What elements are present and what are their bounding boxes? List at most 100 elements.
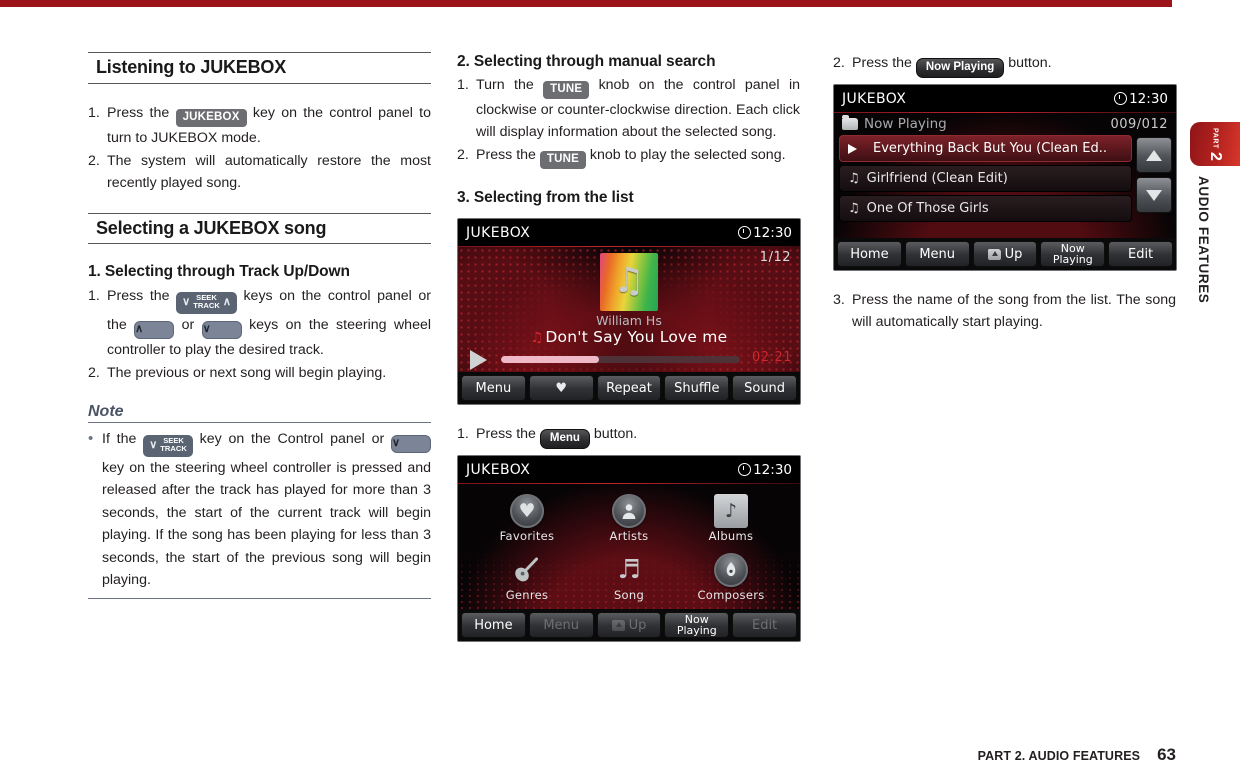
list-item: 3. Press the name of the song from the l… bbox=[833, 289, 1176, 333]
progress-fill bbox=[501, 356, 599, 364]
note-text-c: key on the steering wheel controller is … bbox=[102, 459, 431, 589]
steering-down-key-chip: ∨ bbox=[390, 434, 431, 453]
album-art: ♫ bbox=[600, 253, 658, 312]
caption-pre: Press the bbox=[852, 55, 916, 71]
progress-bar[interactable] bbox=[501, 356, 740, 364]
note-text-a: If the bbox=[102, 430, 144, 447]
steps-listening: 1. Press the JUKEBOX key on the control … bbox=[88, 102, 431, 194]
seek-track-key-chip: ∨ SEEK TRACK ∧ bbox=[176, 291, 237, 314]
subheading-select-from-list: 3. Selecting from the list bbox=[457, 189, 634, 207]
menu-tile-label: Favorites bbox=[499, 529, 555, 544]
softkey-label: Repeat bbox=[606, 380, 652, 396]
softkey-label: Home bbox=[474, 617, 513, 633]
clock-text: 12:30 bbox=[753, 461, 792, 478]
caption-post: button. bbox=[1004, 55, 1052, 71]
play-icon bbox=[848, 143, 866, 154]
softkey-shuffle[interactable]: Shuffle bbox=[664, 375, 730, 402]
note-heading-text: Note bbox=[88, 402, 124, 420]
list-counter: 009/012 bbox=[1110, 116, 1168, 132]
softkey-now-playing[interactable]: Now Playing bbox=[1040, 241, 1106, 267]
note-text-b: key on the Control panel or bbox=[192, 430, 391, 447]
column-middle: 2. Selecting through manual search 1. Tu… bbox=[457, 52, 801, 643]
screenshot-now-playing-list: JUKEBOX 12:30 Now Playing 009/012 Everyt… bbox=[833, 84, 1177, 271]
step-text: The previous or next song will begin pla… bbox=[107, 364, 387, 381]
menu-tile-label: Composers bbox=[697, 588, 765, 603]
list-item: 2. The previous or next song will begin … bbox=[88, 362, 431, 384]
folder-up-icon bbox=[611, 619, 625, 631]
person-icon bbox=[612, 494, 646, 529]
column-left: Listening to JUKEBOX 1. Press the JUKEBO… bbox=[88, 52, 431, 599]
step-marker: 2. bbox=[457, 147, 469, 164]
softkey-bar: Home Menu Up Now Playing Edit bbox=[834, 238, 1176, 270]
list-item: 1. Press the JUKEBOX key on the control … bbox=[88, 102, 431, 149]
softkey-up[interactable]: Up bbox=[596, 612, 662, 639]
softkey-up[interactable]: Up bbox=[972, 241, 1038, 267]
scroll-buttons bbox=[1136, 137, 1172, 236]
section-side-label: AUDIO FEATURES bbox=[1196, 176, 1211, 304]
music-note-icon: ♫ bbox=[848, 171, 860, 186]
scroll-up-button[interactable] bbox=[1136, 137, 1172, 173]
menu-tile-albums[interactable]: ♪ Albums bbox=[680, 489, 782, 548]
jukebox-key-chip: JUKEBOX bbox=[175, 108, 247, 127]
softkey-label-line2: Playing bbox=[676, 624, 717, 638]
softkey-label: Edit bbox=[751, 617, 778, 633]
menu-grid: ♥ Favorites Artists ♪ Albums Genres ♬ So… bbox=[458, 484, 800, 609]
softkey-home[interactable]: Home bbox=[461, 612, 526, 639]
softkey-label: Menu bbox=[919, 246, 956, 262]
step-text: Press the JUKEBOX key on the control pan… bbox=[107, 102, 431, 149]
softkey-label: Up bbox=[1004, 246, 1023, 262]
caption-press-now-playing: 2. Press the Now Playing button. bbox=[833, 52, 1176, 78]
caption-press-menu: 1. Press the Menu button. bbox=[457, 423, 800, 450]
screen-title: JUKEBOX bbox=[842, 90, 907, 107]
bullet-icon: • bbox=[88, 429, 94, 447]
softkey-menu[interactable]: Menu bbox=[528, 612, 594, 639]
menu-tile-favorites[interactable]: ♥ Favorites bbox=[476, 489, 578, 548]
softkey-now-playing[interactable]: Now Playing bbox=[664, 612, 730, 639]
menu-tile-label: Albums bbox=[708, 529, 754, 544]
menu-tile-artists[interactable]: Artists bbox=[578, 489, 680, 548]
softkey-edit[interactable]: Edit bbox=[732, 612, 797, 639]
list-item-selected[interactable]: Everything Back But You (Clean Ed.. bbox=[839, 135, 1132, 162]
steering-up-key-chip: ∧ bbox=[134, 320, 175, 339]
step-text: Press the ∨ SEEK TRACK ∧ keys on the contro… bbox=[107, 285, 431, 361]
list-item[interactable]: ♫ One Of Those Girls bbox=[839, 195, 1132, 222]
softkey-label: Sound bbox=[744, 380, 786, 396]
guitar-icon bbox=[510, 553, 544, 587]
screen-clock: 12:30 bbox=[738, 462, 792, 478]
clock-icon bbox=[738, 226, 752, 240]
caption-post: button. bbox=[589, 426, 638, 443]
step-marker: 1. bbox=[88, 287, 100, 304]
softkey-menu[interactable]: Menu bbox=[904, 241, 970, 267]
menu-tile-song[interactable]: ♬ Song bbox=[578, 548, 680, 607]
artist-name: William Hs bbox=[596, 313, 662, 329]
list-rows: Everything Back But You (Clean Ed.. ♫ Gir… bbox=[839, 135, 1132, 236]
step-marker: 2. bbox=[88, 152, 100, 169]
softkey-edit[interactable]: Edit bbox=[1108, 241, 1173, 267]
breadcrumb-left: Now Playing bbox=[842, 115, 947, 132]
softkey-menu[interactable]: Menu bbox=[461, 375, 526, 402]
clock-icon bbox=[1114, 92, 1128, 105]
list-item-label: Girlfriend (Clean Edit) bbox=[866, 171, 1008, 186]
softkey-home[interactable]: Home bbox=[837, 241, 902, 267]
screenshot-now-playing: JUKEBOX 12:30 1/12 ♫ William Hs ♫ Don't S… bbox=[457, 218, 801, 406]
chevron-down-icon: ∨ bbox=[182, 295, 191, 308]
screen-titlebar: JUKEBOX 12:30 bbox=[458, 219, 800, 248]
screenshot-jukebox-menu: JUKEBOX 12:30 ♥ Favorites Artists ♪ Albu… bbox=[457, 455, 801, 643]
screen-title: JUKEBOX bbox=[466, 224, 531, 241]
scroll-down-button[interactable] bbox=[1136, 177, 1172, 213]
top-red-rule bbox=[0, 0, 1172, 7]
part-tab-number: 2 bbox=[1207, 151, 1224, 161]
list-item[interactable]: ♫ Girlfriend (Clean Edit) bbox=[839, 165, 1132, 192]
menu-tile-genres[interactable]: Genres bbox=[476, 548, 578, 607]
song-title-text: Don't Say You Love me bbox=[545, 328, 728, 347]
softkey-label: Up bbox=[628, 617, 647, 633]
step-text: Press the TUNE knob to play the selected… bbox=[476, 144, 800, 170]
song-title: ♫ Don't Say You Love me bbox=[458, 328, 800, 346]
menu-tile-composers[interactable]: Composers bbox=[680, 548, 782, 607]
softkey-repeat[interactable]: Repeat bbox=[596, 375, 662, 402]
softkey-sound[interactable]: Sound bbox=[732, 375, 797, 402]
list-item: 2. The system will automatically restore… bbox=[88, 150, 431, 194]
softkey-label: Menu bbox=[475, 380, 512, 396]
manual-page: PART 2 AUDIO FEATURES Listening to JUKEB… bbox=[0, 0, 1240, 777]
softkey-favorite[interactable]: ♥ bbox=[528, 375, 594, 402]
